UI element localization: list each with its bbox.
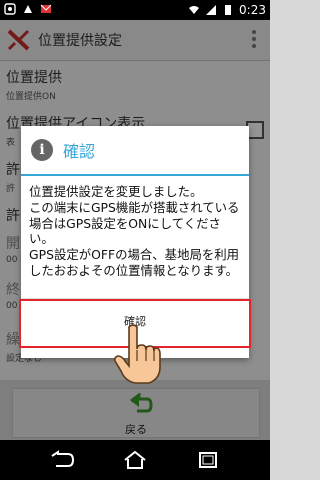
navigation-bar (0, 440, 270, 480)
dialog-message: 位置提供設定を変更しました。 この端末にGPS機能が搭載されている場合はGPS設… (29, 184, 240, 278)
dialog-title: 確認 (63, 142, 96, 161)
app-notification-icon (24, 5, 32, 13)
mail-icon (40, 4, 52, 13)
status-bar: 0:23 (0, 0, 270, 20)
dialog-header: i 確認 (21, 126, 249, 176)
pointing-hand-icon (114, 324, 161, 384)
recent-apps-icon[interactable] (194, 450, 222, 470)
info-icon: i (31, 139, 53, 161)
status-time: 0:23 (239, 3, 266, 17)
back-nav-icon[interactable] (48, 450, 76, 470)
notification-icon (4, 3, 16, 15)
wifi-icon (189, 6, 200, 14)
battery-icon (225, 5, 232, 15)
signal-icon (206, 5, 217, 15)
home-nav-icon[interactable] (121, 450, 149, 470)
